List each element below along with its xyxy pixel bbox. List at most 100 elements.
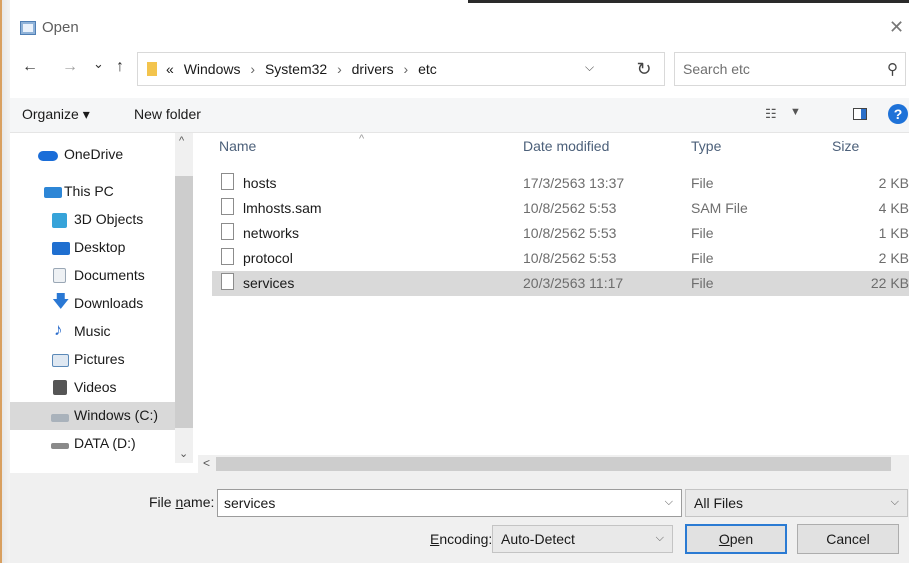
- sidebar-item-desktop[interactable]: Desktop: [10, 234, 175, 262]
- file-list-horizontal-scrollbar[interactable]: <: [198, 455, 909, 473]
- sidebar-item-windows-c[interactable]: Windows (C:): [10, 402, 175, 430]
- file-name: services: [243, 275, 295, 291]
- help-icon[interactable]: ?: [888, 104, 908, 124]
- forward-arrow-icon[interactable]: →: [62, 58, 78, 76]
- encoding-label: Encoding:: [430, 531, 493, 547]
- cube-icon: [52, 213, 67, 228]
- cloud-icon: [38, 151, 58, 161]
- column-header-date-modified[interactable]: Date modified: [523, 138, 609, 154]
- file-row-selected[interactable]: services 20/3/2563 11:17 File 22 KB: [212, 271, 909, 296]
- download-icon: 🡇: [52, 292, 70, 311]
- sidebar-item-downloads[interactable]: 🡇 Downloads: [10, 290, 175, 318]
- up-arrow-icon[interactable]: ↑: [116, 58, 124, 76]
- file-name-field[interactable]: services ⌵: [217, 489, 682, 517]
- sidebar-item-pictures[interactable]: Pictures: [10, 346, 175, 374]
- file-size: 2 KB: [878, 175, 909, 191]
- file-name: protocol: [243, 250, 293, 266]
- file-name-input[interactable]: services: [224, 495, 275, 511]
- breadcrumb: « Windows › System32 › drivers › etc: [166, 61, 437, 77]
- view-options-icon[interactable]: ☷: [765, 106, 777, 122]
- sidebar-item-label: Pictures: [74, 351, 125, 367]
- sidebar-item-this-pc[interactable]: This PC: [10, 178, 175, 206]
- window-top-border: [468, 0, 909, 3]
- file-size: 1 KB: [878, 225, 909, 241]
- file-date: 10/8/2562 5:53: [523, 225, 617, 241]
- drive-windows-icon: [51, 414, 69, 422]
- computer-icon: [44, 187, 62, 198]
- search-input[interactable]: Search etc: [683, 61, 750, 77]
- recent-locations-chevron-icon[interactable]: ⌄: [93, 56, 104, 72]
- file-size: 22 KB: [870, 275, 909, 291]
- dialog-app-icon: [20, 21, 36, 35]
- chevron-down-icon[interactable]: ⌵: [665, 496, 673, 509]
- sidebar-item-3d-objects[interactable]: 3D Objects: [10, 206, 175, 234]
- sidebar-item-data-d[interactable]: DATA (D:): [10, 430, 175, 458]
- file-date: 10/8/2562 5:53: [523, 200, 617, 216]
- breadcrumb-etc[interactable]: etc: [418, 61, 437, 77]
- new-folder-button[interactable]: New folder: [134, 106, 201, 122]
- preview-pane-icon[interactable]: [853, 108, 867, 120]
- back-arrow-icon[interactable]: ←: [22, 58, 38, 76]
- scrollbar-thumb[interactable]: [175, 176, 193, 428]
- cancel-button[interactable]: Cancel: [797, 524, 899, 554]
- close-icon[interactable]: ✕: [889, 17, 904, 38]
- sidebar-item-label: 3D Objects: [74, 211, 144, 227]
- breadcrumb-overflow[interactable]: «: [166, 61, 174, 77]
- file-row[interactable]: networks 10/8/2562 5:53 File 1 KB: [212, 221, 909, 246]
- encoding-value: Auto-Detect: [501, 531, 575, 547]
- navigation-scrollbar[interactable]: ^ ⌄: [175, 133, 193, 463]
- file-row[interactable]: lmhosts.sam 10/8/2562 5:53 SAM File 4 KB: [212, 196, 909, 221]
- scroll-down-icon[interactable]: ⌄: [179, 447, 188, 460]
- video-icon: [53, 380, 67, 395]
- drive-icon: [51, 443, 69, 449]
- column-header-type[interactable]: Type: [691, 138, 721, 154]
- scrollbar-thumb[interactable]: [216, 457, 891, 471]
- file-icon: [221, 223, 234, 240]
- scroll-left-icon[interactable]: <: [203, 456, 210, 470]
- music-icon: ♪: [54, 320, 63, 339]
- file-name-label: File name:: [149, 494, 215, 510]
- chevron-down-icon[interactable]: ⌵: [891, 496, 899, 509]
- desktop-icon: [52, 242, 70, 255]
- sidebar-item-label: Videos: [74, 379, 117, 395]
- sidebar-item-onedrive[interactable]: OneDrive: [10, 141, 175, 169]
- file-type-filter-select[interactable]: All Files ⌵: [685, 489, 908, 517]
- file-date: 10/8/2562 5:53: [523, 250, 617, 266]
- file-name: lmhosts.sam: [243, 200, 322, 216]
- breadcrumb-system32[interactable]: System32: [265, 61, 327, 77]
- breadcrumb-drivers[interactable]: drivers: [352, 61, 394, 77]
- file-icon: [221, 273, 234, 290]
- view-dropdown-caret-icon[interactable]: ▼: [790, 106, 801, 118]
- breadcrumb-separator: ›: [250, 61, 256, 77]
- organize-button[interactable]: Organize ▾: [22, 106, 90, 123]
- breadcrumb-windows[interactable]: Windows: [184, 61, 241, 77]
- file-size: 4 KB: [878, 200, 909, 216]
- sidebar-item-music[interactable]: ♪ Music: [10, 318, 175, 346]
- sidebar-item-videos[interactable]: Videos: [10, 374, 175, 402]
- file-type: SAM File: [691, 200, 748, 216]
- document-icon: [53, 268, 66, 283]
- sidebar-item-documents[interactable]: Documents: [10, 262, 175, 290]
- dialog-footer: File name: services ⌵ All Files ⌵ Encodi…: [10, 473, 909, 563]
- refresh-icon[interactable]: ↻: [625, 55, 663, 83]
- file-type: File: [691, 250, 714, 266]
- breadcrumb-separator: ›: [403, 61, 409, 77]
- search-box[interactable]: Search etc ⚲: [674, 52, 906, 86]
- column-header-name[interactable]: Name: [219, 138, 256, 154]
- file-date: 17/3/2563 13:37: [523, 175, 625, 191]
- command-bar: Organize ▾ New folder ☷ ▼ ?: [10, 98, 909, 133]
- picture-icon: [52, 354, 69, 367]
- sidebar-item-label: Desktop: [74, 239, 126, 255]
- file-row[interactable]: hosts 17/3/2563 13:37 File 2 KB: [212, 171, 909, 196]
- file-type-filter-value: All Files: [694, 495, 744, 511]
- chevron-down-icon[interactable]: ⌵: [656, 532, 664, 545]
- address-history-chevron-icon[interactable]: ⌵: [585, 60, 594, 75]
- open-button[interactable]: Open: [685, 524, 787, 554]
- sidebar-item-label: OneDrive: [64, 146, 124, 162]
- file-row[interactable]: protocol 10/8/2562 5:53 File 2 KB: [212, 246, 909, 271]
- column-header-size[interactable]: Size: [832, 138, 859, 154]
- encoding-select[interactable]: Auto-Detect ⌵: [492, 525, 673, 553]
- dialog-title: Open: [42, 19, 79, 36]
- scroll-up-icon[interactable]: ^: [179, 135, 184, 147]
- file-size: 2 KB: [878, 250, 909, 266]
